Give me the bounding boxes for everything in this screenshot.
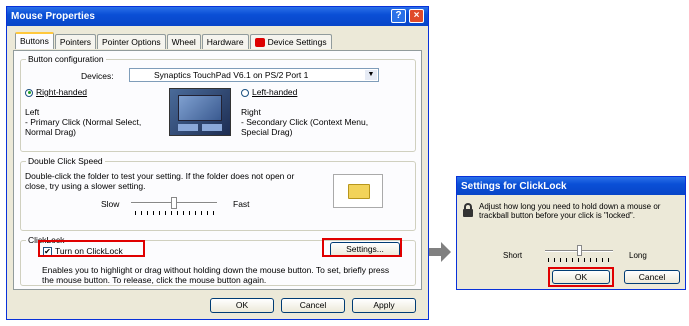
mouse-properties-window: Mouse Properties ? × Buttons Pointers Po… [6, 6, 429, 320]
arrow-icon [429, 242, 451, 262]
double-click-desc: Double-click the folder to test your set… [25, 171, 295, 191]
clicklock-window-desc: Adjust how long you need to hold down a … [479, 202, 661, 220]
synaptics-icon [254, 37, 265, 47]
double-click-speed-legend: Double Click Speed [26, 156, 105, 166]
mouse-properties-titlebar[interactable]: Mouse Properties [7, 7, 428, 26]
right-button-desc: Right - Secondary Click (Context Menu, S… [241, 107, 369, 137]
touchpad-image [169, 88, 231, 136]
close-icon: × [413, 10, 420, 21]
button-configuration-group: Button configuration Devices: Synaptics … [20, 54, 416, 152]
tab-pointer-options[interactable]: Pointer Options [97, 34, 166, 49]
tab-device-settings[interactable]: Device Settings [249, 34, 332, 49]
apply-button[interactable]: Apply [352, 298, 416, 313]
clicklock-window-title: Settings for ClickLock [461, 180, 567, 192]
devices-label: Devices: [81, 71, 114, 81]
right-handed-radio[interactable]: Right-handed [25, 87, 87, 97]
chevron-down-icon[interactable]: ▼ [365, 70, 377, 80]
double-click-slider[interactable] [131, 196, 217, 216]
help-button[interactable]: ? [391, 9, 406, 23]
clicklock-slider[interactable] [545, 245, 613, 263]
lock-icon [463, 203, 473, 217]
slow-label: Slow [101, 199, 120, 209]
ok-button[interactable]: OK [210, 298, 274, 313]
clicklock-settings-window: Settings for ClickLock Adjust how long y… [456, 176, 686, 290]
double-click-speed-group: Double Click Speed Double-click the fold… [20, 156, 416, 231]
folder-icon[interactable] [348, 184, 370, 199]
tab-wheel[interactable]: Wheel [166, 34, 201, 49]
tab-buttons[interactable]: Buttons [15, 32, 54, 49]
clicklock-slider-thumb[interactable] [576, 245, 582, 256]
clicklock-checkbox-highlight [38, 240, 145, 257]
settings-button-highlight [322, 238, 402, 257]
tab-strip: Buttons Pointers Pointer Options Wheel H… [15, 32, 332, 49]
left-button-desc: Left - Primary Click (Normal Select, Nor… [25, 107, 142, 137]
window-title: Mouse Properties [11, 11, 95, 22]
slider-ticks [135, 211, 215, 215]
slider-thumb[interactable] [171, 197, 177, 209]
clicklock-ok-highlight [548, 267, 614, 287]
long-label: Long [629, 251, 647, 260]
clicklock-slider-ticks [548, 258, 612, 262]
short-label: Short [503, 251, 523, 260]
devices-dropdown[interactable]: Synaptics TouchPad V6.1 on PS/2 Port 1 ▼ [129, 68, 379, 82]
left-handed-radio-dot [241, 88, 249, 97]
clicklock-settings-titlebar[interactable]: Settings for ClickLock [457, 177, 685, 195]
tab-pointers[interactable]: Pointers [54, 34, 97, 49]
tab-hardware[interactable]: Hardware [201, 34, 249, 49]
fast-label: Fast [233, 199, 250, 209]
cancel-button[interactable]: Cancel [281, 298, 345, 313]
clicklock-cancel-button[interactable]: Cancel [624, 270, 680, 284]
test-folder-box[interactable] [333, 174, 383, 208]
close-button[interactable]: × [409, 9, 424, 23]
right-handed-radio-dot [25, 88, 33, 97]
button-configuration-legend: Button configuration [26, 54, 106, 64]
clicklock-desc: Enables you to highlight or drag without… [42, 265, 390, 285]
left-handed-radio[interactable]: Left-handed [241, 87, 297, 97]
